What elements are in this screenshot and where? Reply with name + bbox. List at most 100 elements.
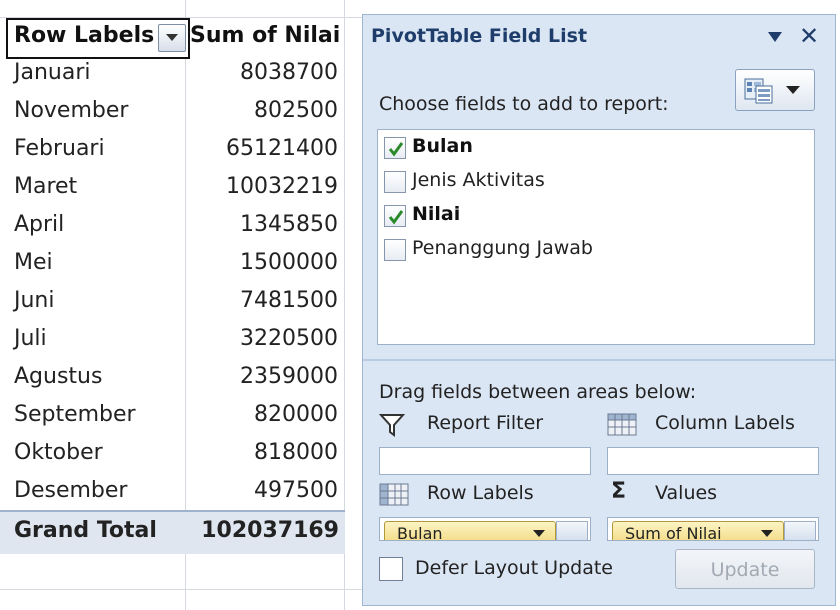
row-label: November	[14, 98, 129, 123]
scroll-button[interactable]	[784, 521, 816, 540]
table-row[interactable]: Oktober 818000	[0, 436, 362, 474]
row-label: April	[14, 212, 65, 237]
field-item-nilai[interactable]: Nilai	[384, 202, 804, 230]
field-checkbox-jenis-aktivitas[interactable]	[384, 171, 406, 193]
scroll-button[interactable]	[556, 521, 588, 540]
row-field-pill-label: Bulan	[397, 524, 443, 541]
filter-dropdown-icon	[166, 34, 178, 41]
defer-layout-checkbox[interactable]	[379, 557, 403, 581]
row-label: Agustus	[14, 364, 103, 389]
table-row[interactable]: Maret 10032219	[0, 170, 362, 208]
chevron-down-icon	[786, 86, 800, 94]
row-value: 1500000	[240, 250, 338, 275]
field-checkbox-penanggung-jawab[interactable]	[384, 239, 406, 261]
values-area-header: Σ Values	[607, 479, 827, 509]
panel-splitter[interactable]	[363, 359, 835, 361]
row-value: 1345850	[240, 212, 338, 237]
row-labels-drop-area[interactable]: Bulan	[379, 517, 591, 541]
field-checkbox-bulan[interactable]	[384, 137, 406, 159]
row-value: 802500	[254, 98, 338, 123]
chevron-down-icon	[533, 530, 545, 537]
field-label-jenis-aktivitas: Jenis Aktivitas	[412, 169, 545, 191]
row-label: Juli	[14, 326, 47, 351]
row-value: 818000	[254, 440, 338, 465]
row-label: Desember	[14, 478, 128, 503]
row-value: 2359000	[240, 364, 338, 389]
row-label: Februari	[14, 136, 105, 161]
chevron-down-icon[interactable]	[767, 31, 783, 43]
funnel-icon	[379, 414, 405, 437]
panel-title-bar[interactable]: PivotTable Field List ✕	[363, 15, 835, 59]
table-row[interactable]: Mei 1500000	[0, 246, 362, 284]
field-label-nilai: Nilai	[412, 203, 461, 225]
table-row[interactable]: Juli 3220500	[0, 322, 362, 360]
row-value: 7481500	[240, 288, 338, 313]
drag-fields-label: Drag fields between areas below:	[379, 381, 697, 403]
table-row[interactable]: Juni 7481500	[0, 284, 362, 322]
row-labels-filter-button[interactable]	[158, 24, 186, 52]
grand-total-value: 102037169	[201, 518, 339, 543]
row-label: Mei	[14, 250, 53, 275]
table-row[interactable]: November 802500	[0, 94, 362, 132]
close-icon[interactable]: ✕	[799, 24, 819, 48]
table-row[interactable]: Agustus 2359000	[0, 360, 362, 398]
grid-icon	[607, 413, 637, 436]
panel-title: PivotTable Field List	[371, 25, 588, 47]
chevron-down-icon	[761, 530, 773, 537]
column-labels-area-header: Column Labels	[607, 411, 827, 439]
row-labels-label: Row Labels	[427, 482, 534, 504]
choose-fields-label: Choose fields to add to report:	[379, 93, 669, 115]
checkmark-icon	[388, 142, 404, 157]
table-row[interactable]: Desember 497500	[0, 474, 362, 512]
sum-of-nilai-header[interactable]: Sum of Nilai	[190, 23, 340, 48]
update-button[interactable]: Update	[675, 549, 815, 589]
update-button-label: Update	[710, 559, 780, 581]
checkmark-icon	[388, 210, 404, 225]
row-label: Oktober	[14, 440, 103, 465]
row-value: 10032219	[226, 174, 338, 199]
row-label: September	[14, 402, 136, 427]
sigma-icon: Σ	[611, 479, 627, 504]
row-value: 8038700	[240, 60, 338, 85]
grand-total-label: Grand Total	[14, 518, 157, 543]
column-labels-label: Column Labels	[655, 412, 795, 434]
field-layout-icon	[744, 78, 773, 104]
row-value: 820000	[254, 402, 338, 427]
gridline	[0, 589, 362, 590]
row-label: Januari	[14, 60, 91, 85]
row-label: Maret	[14, 174, 78, 199]
field-label-penanggung-jawab: Penanggung Jawab	[412, 237, 593, 259]
field-layout-button[interactable]	[735, 69, 815, 111]
report-filter-area-header: Report Filter	[379, 411, 599, 439]
table-row[interactable]: April 1345850	[0, 208, 362, 246]
table-row[interactable]: September 820000	[0, 398, 362, 436]
values-field-pill[interactable]: Sum of Nilai	[612, 521, 784, 541]
row-labels-area-header: Row Labels	[379, 481, 599, 509]
row-field-pill[interactable]: Bulan	[384, 521, 556, 541]
field-item-bulan[interactable]: Bulan	[384, 134, 804, 162]
pivot-table-sheet: Row Labels Sum of Nilai Januari 8038700 …	[0, 0, 362, 610]
report-filter-label: Report Filter	[427, 412, 544, 434]
row-labels-header: Row Labels	[14, 23, 155, 48]
row-value: 497500	[254, 478, 338, 503]
grand-total-row[interactable]: Grand Total 102037169	[0, 510, 345, 554]
field-checkbox-nilai[interactable]	[384, 205, 406, 227]
values-label: Values	[655, 482, 718, 504]
pivot-header-row: Row Labels Sum of Nilai	[0, 18, 362, 59]
field-item-jenis-aktivitas[interactable]: Jenis Aktivitas	[384, 168, 804, 196]
table-row[interactable]: Februari 65121400	[0, 132, 362, 170]
row-labels-header-cell[interactable]: Row Labels	[6, 18, 190, 59]
field-label-bulan: Bulan	[412, 135, 473, 157]
defer-layout-label: Defer Layout Update	[415, 557, 613, 579]
row-label: Juni	[14, 288, 55, 313]
table-row[interactable]: Januari 8038700	[0, 56, 362, 94]
field-list-box: Bulan Jenis Aktivitas Nilai Penanggung J…	[377, 129, 815, 345]
pivot-field-list-panel: PivotTable Field List ✕ Choose fields to…	[362, 14, 836, 606]
values-field-pill-label: Sum of Nilai	[625, 524, 722, 541]
values-drop-area[interactable]: Sum of Nilai	[607, 517, 819, 541]
field-item-penanggung-jawab[interactable]: Penanggung Jawab	[384, 236, 804, 264]
grid-icon	[379, 483, 409, 506]
report-filter-drop-area[interactable]	[379, 447, 591, 475]
column-labels-drop-area[interactable]	[607, 447, 819, 475]
row-value: 65121400	[226, 136, 338, 161]
